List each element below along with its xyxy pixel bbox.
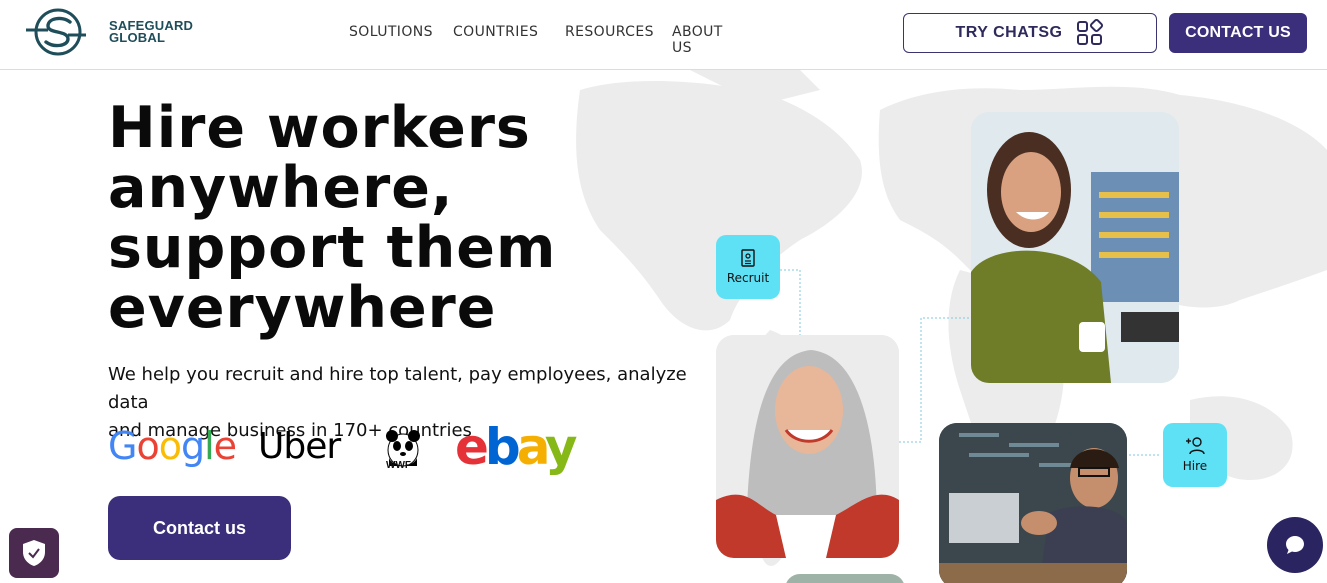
recruit-tag[interactable]: Recruit [716,235,780,299]
photo-senior-woman [716,335,899,558]
recruit-tag-label: Recruit [726,271,770,285]
try-chatsg-label: TRY CHATSG [955,24,1063,41]
uber-logo: Uber [258,426,341,467]
site-header: SAFEGUARD GLOBAL SOLUTIONS COUNTRIES RES… [0,0,1327,70]
nav-item-solutions[interactable]: SOLUTIONS [349,24,433,40]
hero-headline-line: Hire workers [108,95,531,161]
hero-headline-line: everywhere [108,275,497,341]
shield-check-icon [23,540,45,566]
wwf-label: WWF [386,460,411,471]
hero-headline-line: support them [108,215,557,281]
try-chatsg-button[interactable]: TRY CHATSG [903,13,1157,53]
hero-subtitle-line1: We help you recruit and hire top talent,… [108,364,687,413]
logo-wordmark: SAFEGUARD GLOBAL [109,19,193,45]
hire-tag[interactable]: Hire [1163,423,1227,487]
nav-item-countries[interactable]: COUNTRIES [453,24,538,40]
hero-headline: Hire workers anywhere, support them ever… [108,98,668,338]
add-user-icon [1186,437,1205,455]
chat-icon [1286,536,1304,554]
privacy-shield-button[interactable] [9,528,59,578]
document-icon [741,249,755,267]
photo-partial-bottom [785,574,905,583]
apps-grid-icon [1077,19,1104,45]
customer-logos: Google Uber WWF ebay [108,418,588,480]
portrait-illustration [716,335,899,558]
google-logo: Google [108,424,237,468]
portrait-illustration [939,423,1127,583]
nav-item-resources[interactable]: RESOURCES [565,24,654,40]
hero-headline-line: anywhere, [108,155,454,221]
logo-mark-icon [26,8,86,56]
contact-us-hero-button[interactable]: Contact us [108,496,291,560]
safeguard-global-logo[interactable]: SAFEGUARD GLOBAL [26,8,196,60]
contact-us-header-button[interactable]: CONTACT US [1169,13,1307,53]
nav-item-about-us[interactable]: ABOUT US [672,24,723,56]
ebay-logo: ebay [455,418,577,476]
hire-tag-label: Hire [1182,459,1208,473]
photo-man-developer [939,423,1127,583]
logo-text-line2: GLOBAL [109,30,166,45]
portrait-illustration [971,112,1179,383]
chat-widget-button[interactable] [1267,517,1323,573]
photo-woman-green-sweater [971,112,1179,383]
